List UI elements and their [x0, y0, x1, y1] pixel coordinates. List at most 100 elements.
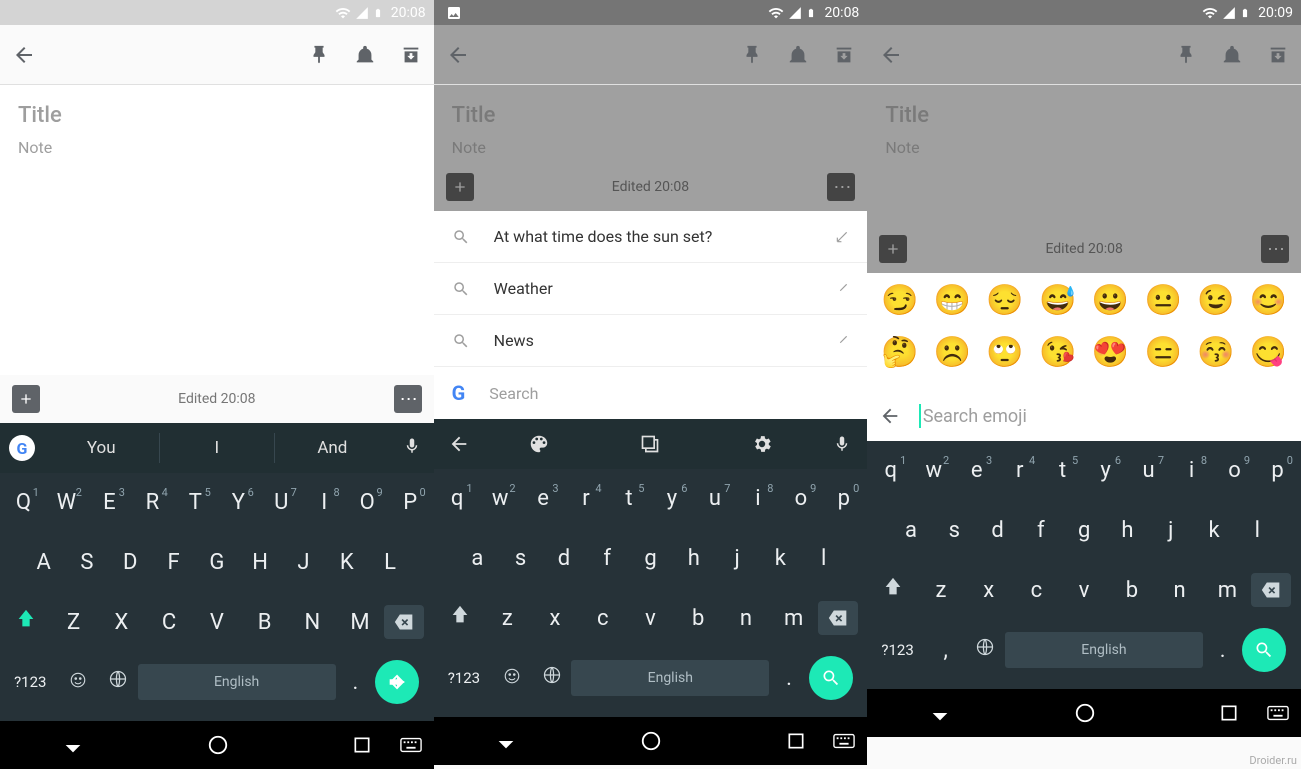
add-button[interactable]: [446, 173, 474, 201]
search-key[interactable]: [809, 656, 866, 700]
emoji[interactable]: 😋: [1250, 335, 1288, 373]
key-g[interactable]: G: [195, 550, 238, 575]
shift-key[interactable]: [436, 604, 484, 632]
key-j[interactable]: J: [282, 550, 325, 575]
settings-button[interactable]: [706, 433, 817, 455]
symbols-key[interactable]: ?123: [436, 669, 493, 687]
key-b[interactable]: b: [674, 606, 722, 631]
key-d[interactable]: d: [542, 546, 585, 571]
key-w[interactable]: W2: [45, 490, 88, 515]
key-k[interactable]: K: [325, 550, 368, 575]
emoji[interactable]: 😍: [1091, 335, 1129, 373]
key-d[interactable]: d: [976, 518, 1019, 543]
key-u[interactable]: u7: [1127, 458, 1170, 483]
note-input[interactable]: Note: [18, 138, 416, 157]
key-e[interactable]: e3: [522, 486, 565, 511]
space-key[interactable]: English: [571, 660, 769, 696]
nav-keyboard-icon[interactable]: [833, 733, 855, 749]
emoji[interactable]: 😐: [1144, 283, 1182, 321]
key-b[interactable]: B: [241, 610, 289, 635]
emoji[interactable]: 😑: [1144, 335, 1182, 373]
key-o[interactable]: O9: [346, 490, 389, 515]
search-key[interactable]: [1242, 628, 1299, 672]
key-q[interactable]: q1: [436, 486, 479, 511]
suggestion-1[interactable]: You: [44, 433, 160, 463]
more-button[interactable]: ⋯: [394, 385, 422, 413]
pin-icon[interactable]: [308, 44, 330, 66]
emoji-key[interactable]: [59, 670, 99, 695]
key-r[interactable]: r4: [998, 458, 1041, 483]
key-l[interactable]: l: [802, 546, 845, 571]
key-h[interactable]: H: [238, 550, 281, 575]
space-key[interactable]: English: [138, 664, 336, 700]
search-row-2[interactable]: Weather: [434, 263, 868, 315]
key-u[interactable]: u7: [693, 486, 736, 511]
key-i[interactable]: I8: [303, 490, 346, 515]
reminder-icon[interactable]: [354, 44, 376, 66]
key-c[interactable]: c: [1013, 578, 1061, 603]
emoji-search-row[interactable]: Search emoji: [867, 391, 1301, 441]
search-row-3[interactable]: News: [434, 315, 868, 367]
emoji[interactable]: 😔: [986, 283, 1024, 321]
google-button[interactable]: G: [0, 435, 44, 461]
key-p[interactable]: P0: [389, 490, 432, 515]
back-icon[interactable]: [446, 43, 470, 67]
key-x[interactable]: x: [965, 578, 1013, 603]
key-w[interactable]: w2: [912, 458, 955, 483]
backspace-key[interactable]: [818, 601, 866, 635]
enter-key[interactable]: [375, 660, 432, 704]
title-input[interactable]: Title: [885, 103, 1283, 128]
nav-home-icon[interactable]: [207, 734, 229, 756]
key-y[interactable]: y6: [1084, 458, 1127, 483]
key-q[interactable]: q1: [869, 458, 912, 483]
nav-recent-icon[interactable]: [352, 735, 372, 755]
key-h[interactable]: h: [672, 546, 715, 571]
back-icon[interactable]: [12, 43, 36, 67]
key-n[interactable]: n: [1156, 578, 1204, 603]
key-g[interactable]: g: [629, 546, 672, 571]
key-i[interactable]: i8: [1170, 458, 1213, 483]
key-x[interactable]: X: [97, 610, 145, 635]
nav-keyboard-icon[interactable]: [400, 737, 422, 753]
key-v[interactable]: v: [627, 606, 675, 631]
key-s[interactable]: s: [499, 546, 542, 571]
key-j[interactable]: j: [715, 546, 758, 571]
key-o[interactable]: o9: [1213, 458, 1256, 483]
backspace-key[interactable]: [1251, 573, 1299, 607]
key-m[interactable]: M: [336, 610, 384, 635]
key-m[interactable]: m: [770, 606, 818, 631]
key-j[interactable]: j: [1149, 518, 1192, 543]
key-z[interactable]: Z: [50, 610, 98, 635]
emoji[interactable]: 😀: [1091, 283, 1129, 321]
key-n[interactable]: n: [722, 606, 770, 631]
key-m[interactable]: m: [1203, 578, 1251, 603]
emoji[interactable]: 😁: [933, 283, 971, 321]
language-key[interactable]: [98, 669, 138, 695]
more-button[interactable]: ⋯: [827, 173, 855, 201]
reminder-icon[interactable]: [1221, 44, 1243, 66]
key-t[interactable]: t5: [1041, 458, 1084, 483]
period-key[interactable]: .: [769, 666, 809, 691]
key-s[interactable]: s: [933, 518, 976, 543]
key-c[interactable]: C: [145, 610, 193, 635]
shift-key[interactable]: [2, 608, 50, 636]
key-e[interactable]: E3: [88, 490, 131, 515]
key-d[interactable]: D: [109, 550, 152, 575]
title-input[interactable]: Title: [18, 103, 416, 128]
suggestion-3[interactable]: And: [275, 433, 390, 463]
emoji[interactable]: 😏: [881, 283, 919, 321]
nav-keyboard-icon[interactable]: [1267, 705, 1289, 721]
key-f[interactable]: f: [1019, 518, 1062, 543]
key-y[interactable]: y6: [650, 486, 693, 511]
key-u[interactable]: U7: [260, 490, 303, 515]
language-key[interactable]: [965, 637, 1005, 663]
shift-key[interactable]: [869, 576, 917, 604]
key-l[interactable]: l: [1236, 518, 1279, 543]
emoji[interactable]: 😅: [1039, 283, 1077, 321]
key-p[interactable]: p0: [1256, 458, 1299, 483]
symbols-key[interactable]: ?123: [2, 673, 59, 691]
key-z[interactable]: z: [483, 606, 531, 631]
pin-icon[interactable]: [741, 44, 763, 66]
suggestion-2[interactable]: I: [160, 433, 276, 463]
key-r[interactable]: R4: [131, 490, 174, 515]
